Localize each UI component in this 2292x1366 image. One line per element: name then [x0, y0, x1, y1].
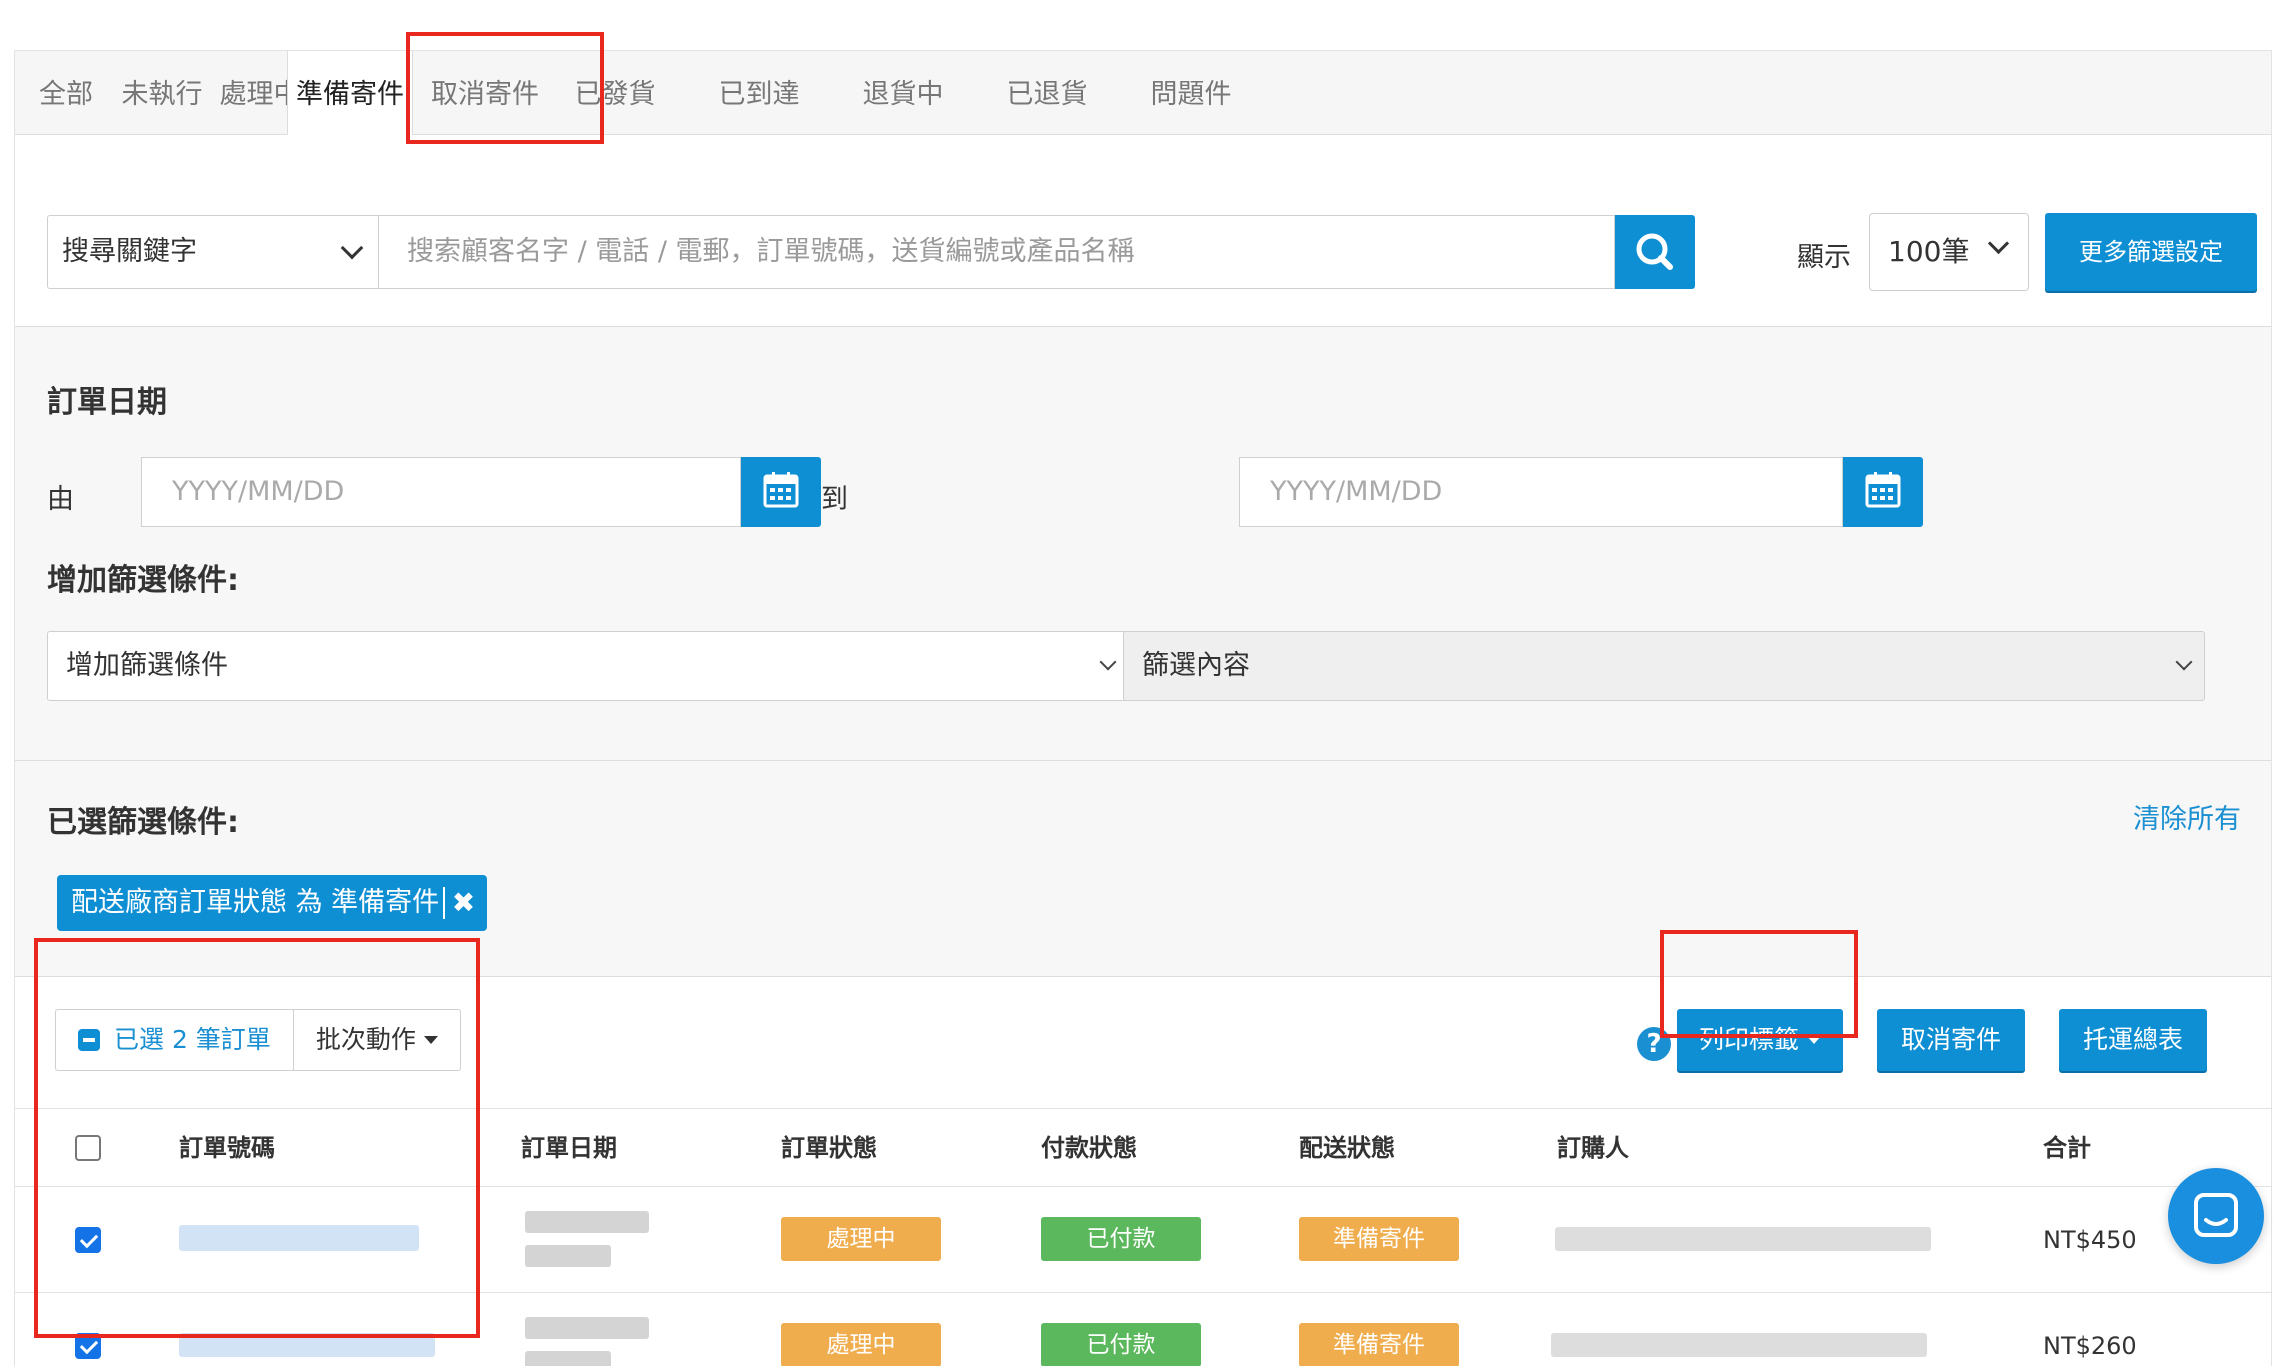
- calendar-icon: [1865, 472, 1901, 508]
- col-payment-status: 付款狀態: [1041, 1134, 1137, 1162]
- search-input[interactable]: 搜索顧客名字 / 電話 / 電郵，訂單號碼，送貨編號或產品名稱: [379, 215, 1615, 289]
- cancel-shipment-button[interactable]: 取消寄件: [1877, 1009, 2025, 1071]
- order-number-link[interactable]: [179, 1333, 435, 1357]
- payment-status-badge: 已付款: [1041, 1323, 1201, 1366]
- table-header: 訂單號碼 訂單日期 訂單狀態 付款狀態 配送狀態 訂購人 合計: [15, 1109, 2271, 1187]
- search-button[interactable]: [1615, 215, 1695, 289]
- date-from-input[interactable]: YYYY/MM/DD: [141, 457, 741, 527]
- chip-divider: [443, 887, 446, 919]
- batch-actions-button[interactable]: 批次動作: [294, 1010, 460, 1070]
- chevron-down-icon: [1099, 653, 1117, 671]
- tab-shipped[interactable]: 已發貨: [555, 51, 675, 135]
- page-size-value: 100筆: [1888, 235, 1970, 268]
- more-filters-button[interactable]: 更多篩選設定: [2045, 213, 2257, 291]
- selected-count-button[interactable]: 已選 2 筆訂單: [56, 1010, 294, 1070]
- date-to-label: 到: [821, 484, 848, 515]
- buyer-name-value: [1555, 1227, 1931, 1251]
- selected-count-label: 已選 2 筆訂單: [114, 1025, 271, 1054]
- batch-actions-label: 批次動作: [315, 1025, 416, 1054]
- page-size-select[interactable]: 100筆: [1869, 213, 2029, 291]
- col-delivery-status: 配送狀態: [1299, 1134, 1395, 1162]
- filter-content-value: 篩選內容: [1142, 650, 1250, 681]
- help-icon[interactable]: ?: [1637, 1027, 1671, 1061]
- date-to-input[interactable]: YYYY/MM/DD: [1239, 457, 1843, 527]
- filter-chip: 配送廠商訂單狀態 為 準備寄件 ✖: [57, 875, 488, 931]
- delivery-status-badge: 準備寄件: [1299, 1323, 1459, 1366]
- tab-problem[interactable]: 問題件: [1131, 51, 1251, 135]
- table-row[interactable]: 處理中 已付款 準備寄件 NT$260: [15, 1293, 2271, 1366]
- date-from-calendar-button[interactable]: [741, 457, 821, 527]
- table-row[interactable]: 處理中 已付款 準備寄件 NT$450: [15, 1187, 2271, 1293]
- shipment-summary-button[interactable]: 托運總表: [2059, 1009, 2207, 1071]
- keyword-type-value: 搜尋關鍵字: [62, 236, 197, 267]
- filter-chip-label: 配送廠商訂單狀態 為 準備寄件: [71, 887, 440, 918]
- payment-status-badge: 已付款: [1041, 1217, 1201, 1261]
- col-order-date: 訂單日期: [521, 1134, 617, 1162]
- col-order-status: 訂單狀態: [781, 1134, 877, 1162]
- caret-down-icon: [1807, 1036, 1821, 1044]
- keyword-type-select[interactable]: 搜尋關鍵字: [47, 215, 379, 289]
- tab-all[interactable]: 全部: [27, 51, 105, 135]
- date-to-calendar-button[interactable]: [1843, 457, 1923, 527]
- order-management-panel: 全部 未執行 處理中 準備寄件 取消寄件 已發貨 已到達 退貨中 已退貨 問題件…: [14, 50, 2272, 1366]
- order-time-value: [525, 1351, 611, 1366]
- order-total: NT$450: [2043, 1226, 2137, 1254]
- row-checkbox[interactable]: [75, 1227, 101, 1253]
- chat-icon: [2194, 1193, 2238, 1237]
- chat-launcher-button[interactable]: [2168, 1168, 2264, 1264]
- print-label-text: 列印標籤: [1698, 1025, 1799, 1054]
- status-tabs: 全部 未執行 處理中 準備寄件 取消寄件 已發貨 已到達 退貨中 已退貨 問題件: [15, 51, 2271, 137]
- col-order-no: 訂單號碼: [179, 1134, 275, 1162]
- tab-returned[interactable]: 已退貨: [987, 51, 1107, 135]
- add-condition-value: 增加篩選條件: [66, 650, 228, 681]
- tab-arrived[interactable]: 已到達: [699, 51, 819, 135]
- row-checkbox[interactable]: [75, 1333, 101, 1359]
- tab-ready-to-ship[interactable]: 準備寄件: [287, 51, 413, 137]
- bulk-action-bar: 已選 2 筆訂單 批次動作 ? 列印標籤 取消寄件 托運總表: [15, 977, 2271, 1109]
- select-all-checkbox[interactable]: [75, 1135, 101, 1161]
- calendar-icon: [763, 472, 799, 508]
- col-total: 合計: [2043, 1134, 2091, 1162]
- tab-cancel-shipment[interactable]: 取消寄件: [415, 51, 555, 135]
- order-date-value: [525, 1211, 649, 1233]
- selected-filters-panel: 已選篩選條件: 清除所有 配送廠商訂單狀態 為 準備寄件 ✖: [15, 761, 2271, 977]
- selected-filters-title: 已選篩選條件:: [47, 805, 239, 840]
- print-label-button[interactable]: 列印標籤: [1677, 1009, 1843, 1071]
- add-condition-select[interactable]: 增加篩選條件: [47, 631, 1129, 701]
- search-icon: [1636, 233, 1673, 270]
- order-date-value: [525, 1317, 649, 1339]
- add-condition-title: 增加篩選條件:: [47, 563, 239, 598]
- filter-panel: 訂單日期 由 YYYY/MM/DD 到 YYYY/MM/DD 增加篩選條件: 增…: [15, 327, 2271, 761]
- order-number-link[interactable]: [179, 1225, 419, 1251]
- filter-content-select[interactable]: 篩選內容: [1123, 631, 2205, 701]
- chevron-down-icon: [2175, 653, 2193, 671]
- buyer-name-value: [1551, 1333, 1927, 1357]
- clear-all-link[interactable]: 清除所有: [2133, 797, 2241, 836]
- chevron-down-icon: [340, 236, 364, 260]
- order-time-value: [525, 1245, 611, 1267]
- col-buyer: 訂購人: [1557, 1134, 1629, 1162]
- delivery-status-badge: 準備寄件: [1299, 1217, 1459, 1261]
- selection-group: 已選 2 筆訂單 批次動作: [55, 1009, 461, 1071]
- deselect-icon: [78, 1029, 100, 1051]
- chevron-down-icon: [1987, 232, 2010, 255]
- tab-not-executed[interactable]: 未執行: [107, 51, 217, 135]
- order-date-title: 訂單日期: [47, 385, 167, 420]
- date-from-label: 由: [47, 484, 74, 515]
- tab-returning[interactable]: 退貨中: [843, 51, 963, 135]
- order-status-badge: 處理中: [781, 1323, 941, 1366]
- close-icon[interactable]: ✖: [452, 875, 475, 931]
- page-size-label: 顯示: [1797, 242, 1851, 273]
- order-total: NT$260: [2043, 1332, 2137, 1360]
- search-toolbar: 搜尋關鍵字 搜索顧客名字 / 電話 / 電郵，訂單號碼，送貨編號或產品名稱 顯示…: [15, 135, 2271, 327]
- order-status-badge: 處理中: [781, 1217, 941, 1261]
- caret-down-icon: [423, 1036, 438, 1044]
